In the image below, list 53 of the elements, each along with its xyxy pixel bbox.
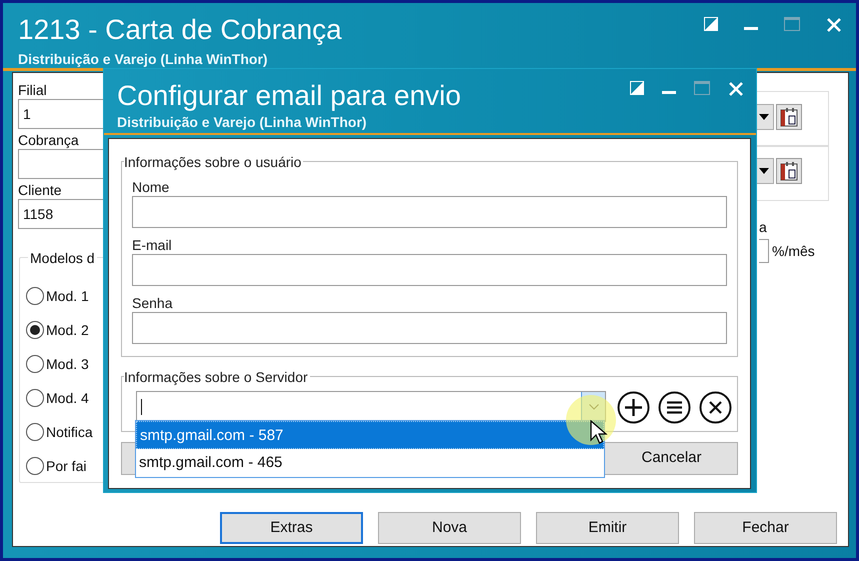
action-button[interactable]: Fechar bbox=[694, 512, 837, 544]
radio-label[interactable]: Mod. 2 bbox=[46, 320, 89, 340]
restore-icon[interactable] bbox=[704, 17, 718, 31]
list-icon[interactable] bbox=[658, 391, 691, 424]
window-subtitle: Distribuição e Varejo (Linha WinThor) bbox=[18, 50, 268, 69]
radio-button[interactable] bbox=[26, 457, 44, 475]
field-label: Filial bbox=[18, 81, 48, 99]
chevron-icon bbox=[588, 404, 598, 410]
radio-button[interactable] bbox=[26, 321, 44, 339]
caret-icon bbox=[759, 114, 769, 120]
text-cursor bbox=[141, 399, 142, 415]
add-icon[interactable] bbox=[617, 391, 650, 424]
input-field[interactable]: 1158 bbox=[18, 199, 104, 229]
cursor-highlight bbox=[566, 395, 616, 445]
input-field[interactable] bbox=[18, 149, 104, 179]
calendar-button[interactable] bbox=[776, 104, 802, 130]
dropdown-option[interactable]: smtp.gmail.com - 587 bbox=[136, 421, 604, 449]
input-field[interactable] bbox=[132, 254, 727, 286]
field-label: Senha bbox=[132, 294, 174, 312]
unit-label: %/mês bbox=[772, 242, 815, 261]
window-title: 1213 - Carta de Cobrança bbox=[18, 13, 342, 47]
radio-button[interactable] bbox=[26, 287, 44, 305]
radio-label[interactable]: Mod. 4 bbox=[46, 388, 89, 408]
input-field[interactable]: 1 bbox=[18, 99, 104, 129]
input-field[interactable] bbox=[132, 312, 727, 344]
radio-button[interactable] bbox=[26, 389, 44, 407]
action-button[interactable]: Emitir bbox=[536, 512, 679, 544]
radio-label[interactable]: Notifica bbox=[46, 422, 93, 442]
input-field[interactable] bbox=[132, 196, 727, 228]
calendar-button[interactable] bbox=[776, 158, 802, 184]
radio-button[interactable] bbox=[26, 355, 44, 373]
action-button[interactable]: Nova bbox=[378, 512, 521, 544]
minimize-icon[interactable] bbox=[662, 91, 676, 95]
server-dropdown[interactable] bbox=[136, 391, 606, 422]
field-label: E-mail bbox=[132, 236, 173, 254]
dialog-title: Configurar email para envio bbox=[117, 79, 461, 113]
input-field[interactable] bbox=[759, 239, 769, 263]
action-button[interactable]: Extras bbox=[220, 512, 363, 544]
caret-icon bbox=[759, 168, 769, 174]
calendar-icon bbox=[780, 161, 798, 181]
field-label: Nome bbox=[132, 178, 170, 196]
close-icon[interactable] bbox=[699, 391, 732, 424]
field-label: Cliente bbox=[18, 181, 63, 199]
calendar-icon bbox=[780, 107, 798, 127]
radio-label[interactable]: Mod. 1 bbox=[46, 286, 89, 306]
radio-label[interactable]: Por fai bbox=[46, 456, 86, 476]
dialog-subtitle: Distribuição e Varejo (Linha WinThor) bbox=[117, 114, 367, 130]
minimize-icon[interactable] bbox=[744, 27, 758, 31]
label-fragment: a bbox=[759, 218, 767, 237]
radio-button[interactable] bbox=[26, 423, 44, 441]
restore-icon[interactable] bbox=[630, 81, 644, 95]
radio-label[interactable]: Mod. 3 bbox=[46, 354, 89, 374]
field-label: Cobrança bbox=[18, 131, 80, 149]
